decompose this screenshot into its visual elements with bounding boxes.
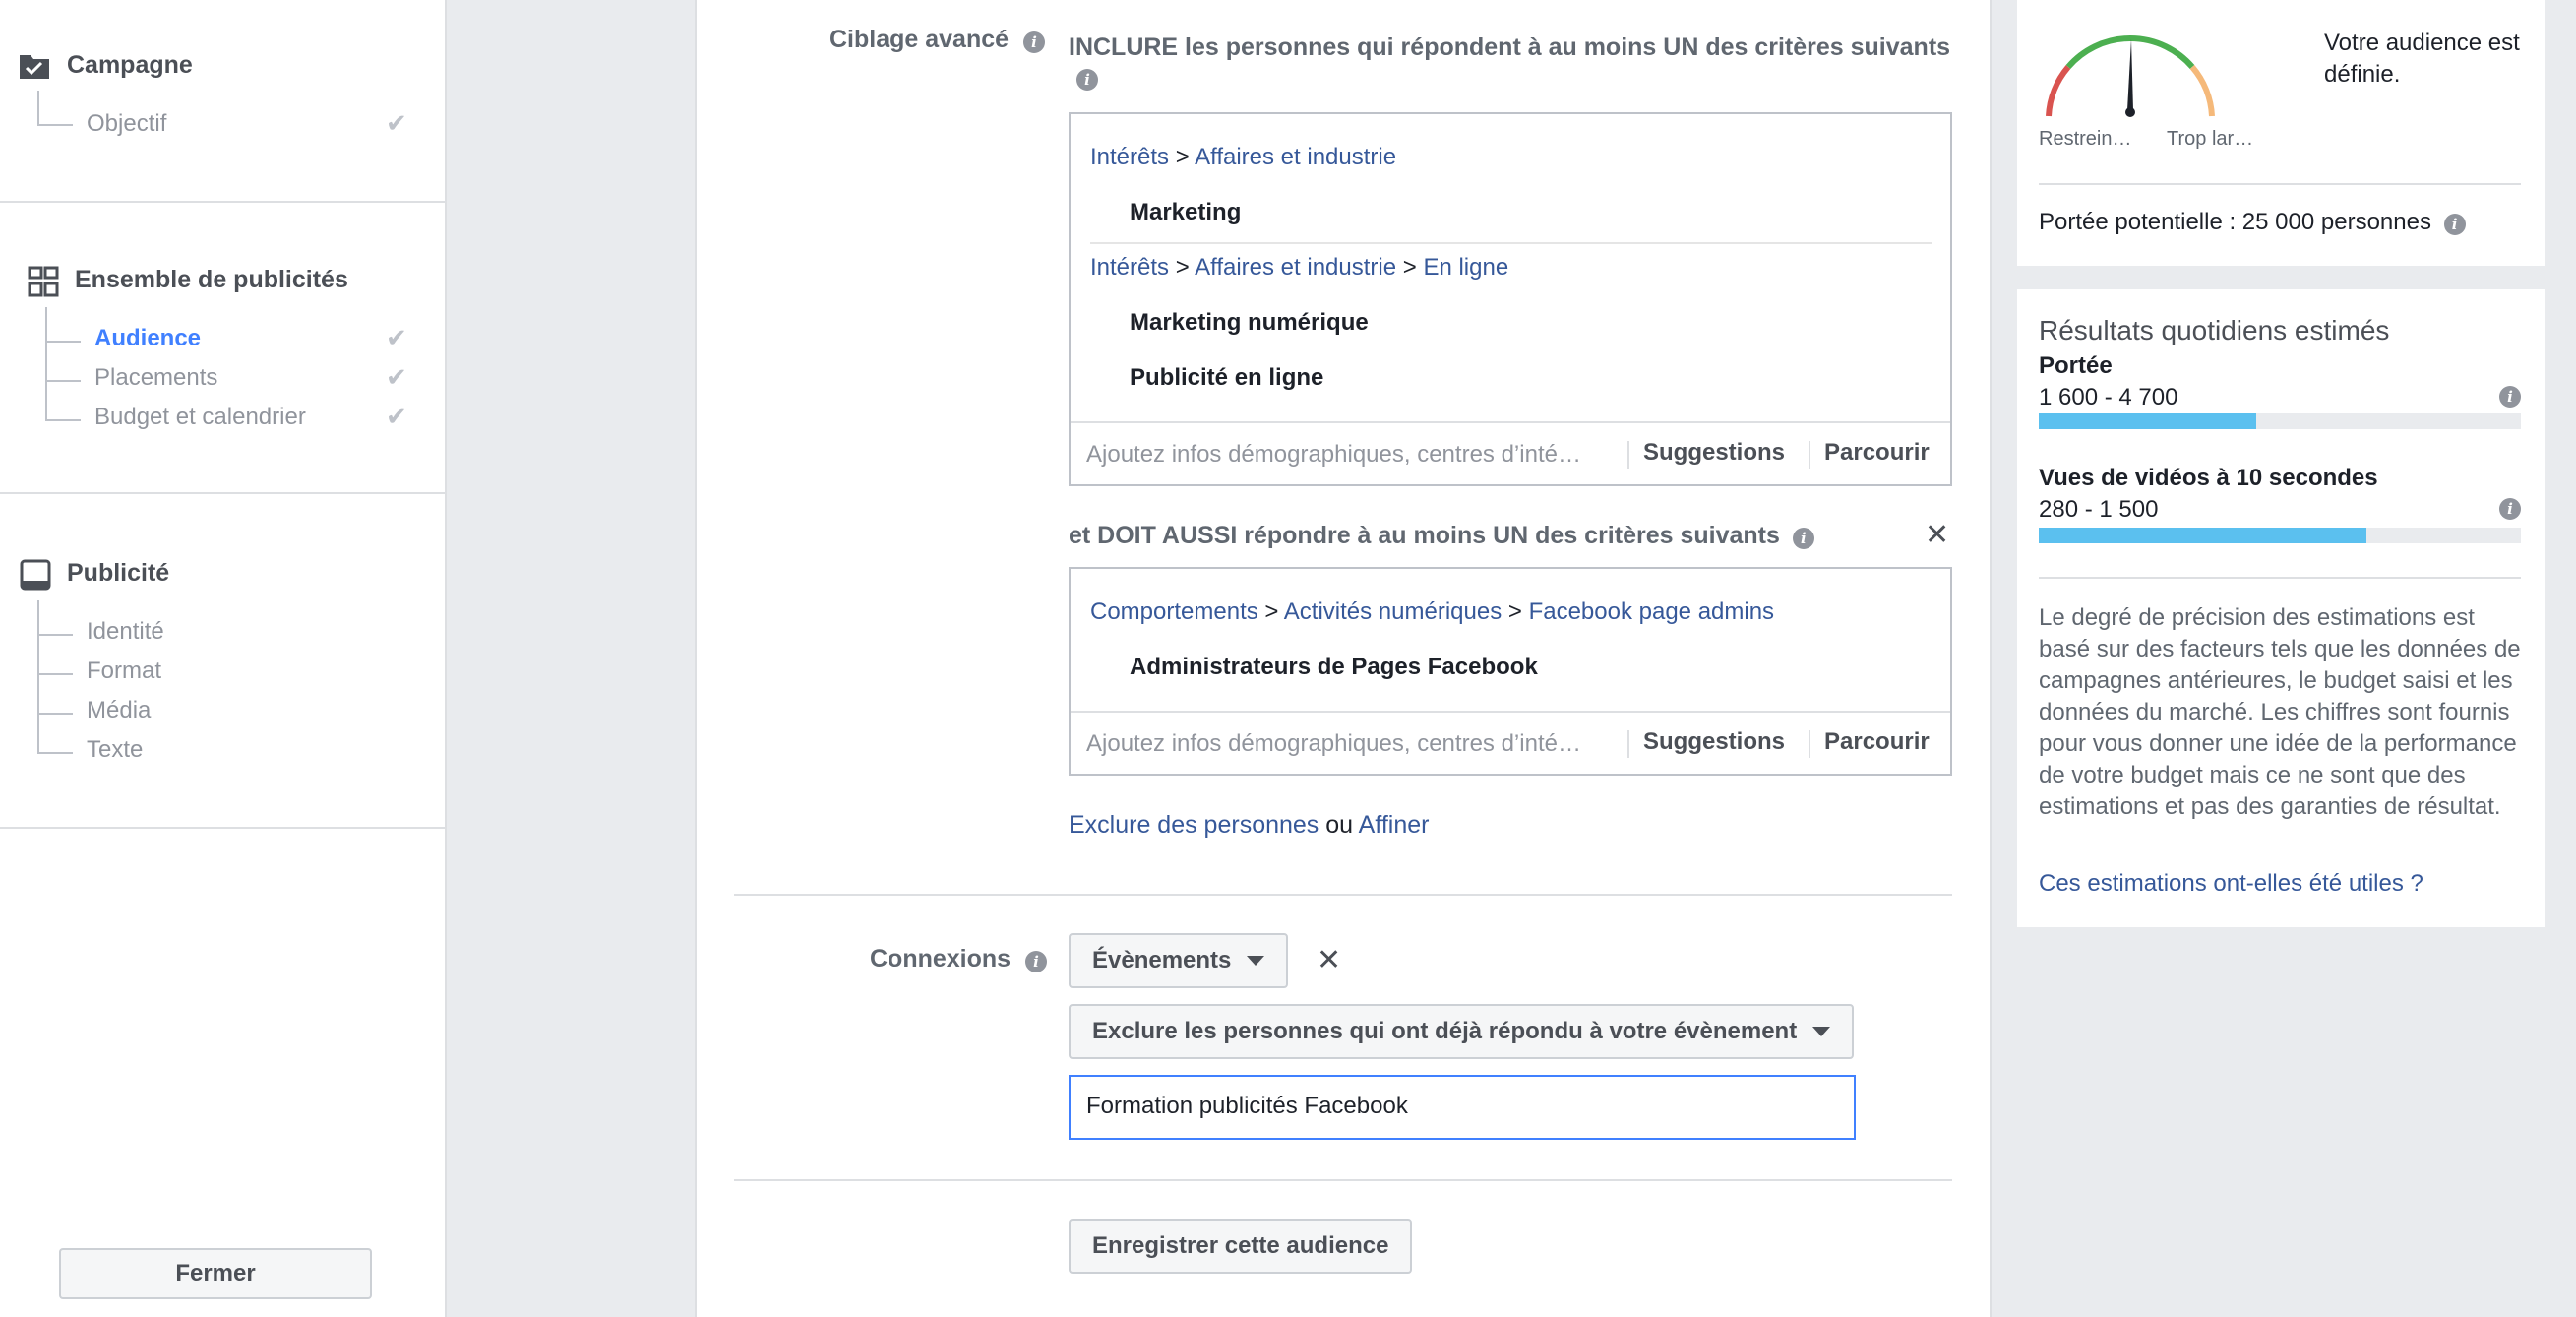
caret-down-icon xyxy=(1247,956,1265,966)
check-icon: ✔ xyxy=(386,362,407,392)
include-rule-text: INCLURE les personnes qui répondent à au… xyxy=(1069,33,1951,61)
info-icon[interactable]: i xyxy=(2443,214,2466,235)
ad-title[interactable]: Publicité xyxy=(67,559,169,588)
reach-range: 1 600 - 4 700 xyxy=(2039,384,2178,410)
check-icon: ✔ xyxy=(386,402,407,431)
sidebar-item-placements[interactable]: Placements xyxy=(94,364,217,392)
include-criteria-box: Intérêts > Affaires et industrie Marketi… xyxy=(1069,112,1952,486)
breadcrumb: Comportements > Activités numériques > F… xyxy=(1090,598,1775,625)
campaign-title[interactable]: Campagne xyxy=(67,51,193,80)
include-search-input[interactable]: Ajoutez infos démographiques, centres d’… xyxy=(1086,441,1627,469)
browse-button[interactable]: Parcourir xyxy=(1824,439,1930,467)
suggestions-button[interactable]: Suggestions xyxy=(1643,439,1785,467)
connections-label: Connexions i xyxy=(870,945,1048,973)
check-icon: ✔ xyxy=(386,108,407,138)
exclude-refine-line: Exclure des personnes ou Affiner xyxy=(1069,811,1430,839)
detailed-targeting-label: Ciblage avancé i xyxy=(829,26,1045,54)
info-icon[interactable]: i xyxy=(2499,498,2521,520)
browse-button[interactable]: Parcourir xyxy=(1824,728,1930,756)
grid-icon xyxy=(28,266,59,297)
gauge-right-label: Trop lar… xyxy=(2167,128,2254,150)
gauge-left-label: Restrein… xyxy=(2039,128,2132,150)
sidebar-item-text[interactable]: Texte xyxy=(87,736,143,764)
sidebar-item-identity[interactable]: Identité xyxy=(87,618,164,646)
info-icon[interactable]: i xyxy=(1025,951,1048,972)
criteria-item[interactable]: Administrateurs de Pages Facebook xyxy=(1130,654,1538,681)
daily-results-card: Résultats quotidiens estimés Portée 1 60… xyxy=(2017,289,2545,927)
estimates-disclaimer: Le degré de précision des estimations es… xyxy=(2039,604,2521,820)
info-icon[interactable]: i xyxy=(1076,69,1098,91)
video-views-bar-fill xyxy=(2039,528,2367,543)
reach-label: Portée xyxy=(2039,352,2113,379)
sidebar-item-budget-schedule[interactable]: Budget et calendrier xyxy=(94,404,306,431)
sidebar-item-format[interactable]: Format xyxy=(87,658,161,685)
breadcrumb: Intérêts > Affaires et industrie xyxy=(1090,144,1397,170)
breadcrumb: Intérêts > Affaires et industrie > En li… xyxy=(1090,254,1509,281)
narrow-search-input[interactable]: Ajoutez infos démographiques, centres d’… xyxy=(1086,730,1627,758)
potential-reach: Portée potentielle : 25 000 personnes i xyxy=(2039,209,2466,236)
criteria-item[interactable]: Publicité en ligne xyxy=(1130,364,1323,392)
sidebar-item-objective[interactable]: Objectif xyxy=(87,110,166,138)
reach-bar xyxy=(2039,413,2521,429)
close-button[interactable]: Fermer xyxy=(59,1248,372,1299)
caret-down-icon xyxy=(1812,1027,1831,1036)
adset-title[interactable]: Ensemble de publicités xyxy=(75,266,348,294)
sidebar: Campagne Objectif ✔ Ensemble de publicit… xyxy=(0,0,447,1317)
connection-type-dropdown[interactable]: Évènements xyxy=(1069,933,1289,988)
video-views-label: Vues de vidéos à 10 secondes xyxy=(2039,465,2378,491)
video-views-bar xyxy=(2039,528,2521,543)
check-icon: ✔ xyxy=(386,323,407,352)
info-icon[interactable]: i xyxy=(1022,31,1045,53)
sidebar-item-media[interactable]: Média xyxy=(87,697,151,724)
info-icon[interactable]: i xyxy=(1792,528,1814,549)
audience-definition-card: Restrein… Trop lar… Votre audience est d… xyxy=(2017,0,2545,266)
daily-results-title: Résultats quotidiens estimés xyxy=(2039,315,2390,345)
info-icon[interactable]: i xyxy=(2499,386,2521,408)
ad-preview-icon xyxy=(20,559,51,591)
remove-narrow-icon[interactable]: ✕ xyxy=(1925,518,1949,552)
include-search-row: Ajoutez infos démographiques, centres d’… xyxy=(1071,421,1950,486)
refine-link[interactable]: Affiner xyxy=(1359,811,1430,839)
criteria-item[interactable]: Marketing xyxy=(1130,199,1241,226)
remove-connection-icon[interactable]: ✕ xyxy=(1317,943,1341,977)
event-input[interactable]: Formation publicités Facebook xyxy=(1069,1075,1856,1140)
folder-check-icon xyxy=(20,55,49,79)
narrow-search-row: Ajoutez infos démographiques, centres d’… xyxy=(1071,711,1950,776)
sidebar-item-audience[interactable]: Audience xyxy=(94,325,201,352)
feedback-link[interactable]: Ces estimations ont-elles été utiles ? xyxy=(2039,870,2423,898)
narrow-rule-text: et DOIT AUSSI répondre à au moins UN des… xyxy=(1069,522,1814,550)
exclude-people-link[interactable]: Exclure des personnes xyxy=(1069,811,1319,839)
audience-gauge xyxy=(2046,35,2215,117)
criteria-item[interactable]: Marketing numérique xyxy=(1130,309,1369,337)
video-views-range: 280 - 1 500 xyxy=(2039,496,2159,523)
suggestions-button[interactable]: Suggestions xyxy=(1643,728,1785,756)
reach-bar-fill xyxy=(2039,413,2256,429)
narrow-criteria-box: Comportements > Activités numériques > F… xyxy=(1069,567,1952,776)
audience-status: Votre audience est définie. xyxy=(2324,30,2520,88)
save-audience-button[interactable]: Enregistrer cette audience xyxy=(1069,1219,1413,1274)
exclude-responders-dropdown[interactable]: Exclure les personnes qui ont déjà répon… xyxy=(1069,1004,1855,1059)
